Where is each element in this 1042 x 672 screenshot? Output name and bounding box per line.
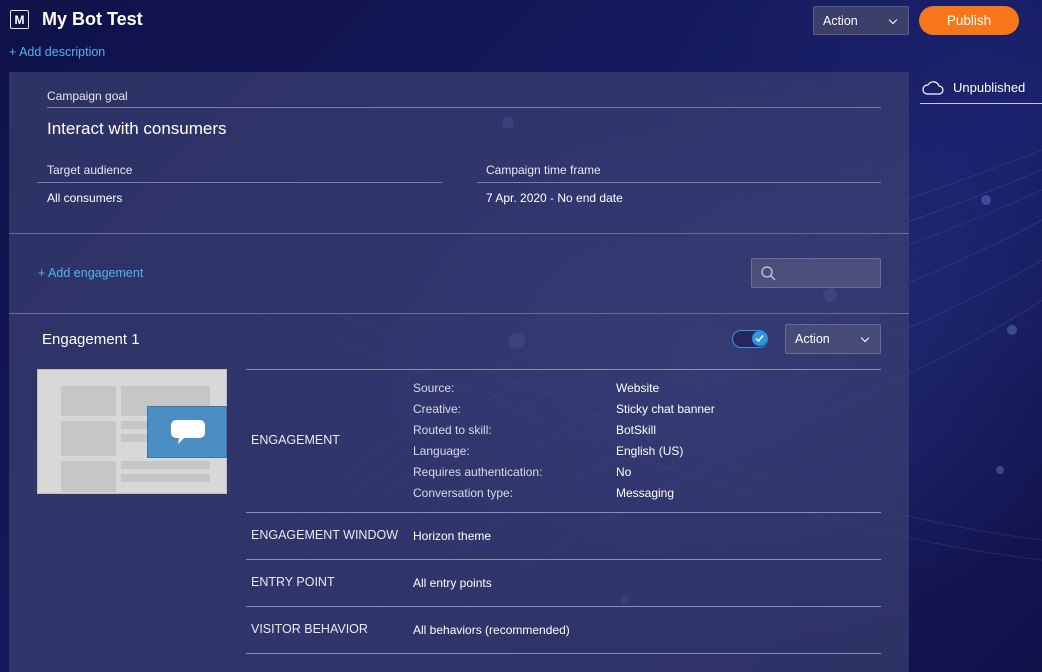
time-frame-value[interactable]: 7 Apr. 2020 - No end date xyxy=(486,191,623,205)
chevron-down-icon xyxy=(860,333,870,343)
header-action-label: Action xyxy=(823,13,858,28)
page-title: My Bot Test xyxy=(42,9,143,29)
engagement-action-label: Action xyxy=(795,332,830,346)
app-logo: M xyxy=(10,10,29,29)
divider xyxy=(246,559,881,560)
engagement-preview-thumbnail[interactable] xyxy=(37,369,227,494)
detail-key: Language: xyxy=(413,444,470,458)
engagement-section-label: ENGAGEMENT xyxy=(251,433,340,447)
divider xyxy=(477,182,881,183)
check-icon xyxy=(755,335,764,343)
detail-key: Source: xyxy=(413,381,455,395)
divider xyxy=(246,606,881,607)
search-icon xyxy=(761,266,776,281)
divider xyxy=(246,653,881,654)
divider xyxy=(37,182,442,183)
detail-key: Conversation type: xyxy=(413,486,514,500)
engagement-window-label: ENGAGEMENT WINDOW xyxy=(251,528,398,542)
detail-value: No xyxy=(616,465,632,479)
target-audience-value[interactable]: All consumers xyxy=(47,191,122,205)
section-divider xyxy=(9,233,909,234)
detail-key: Routed to skill: xyxy=(413,423,492,437)
engagement-title: Engagement 1 xyxy=(42,331,140,348)
add-engagement-link[interactable]: + Add engagement xyxy=(38,266,143,280)
detail-value: Sticky chat banner xyxy=(616,402,715,416)
detail-value: Website xyxy=(616,381,660,395)
detail-key: Requires authentication: xyxy=(413,465,543,479)
engagement-window-value[interactable]: Horizon theme xyxy=(413,529,491,543)
detail-key: Creative: xyxy=(413,402,462,416)
search-input[interactable] xyxy=(780,259,878,287)
campaign-goal-label: Campaign goal xyxy=(47,89,128,103)
engagement-enabled-toggle[interactable] xyxy=(732,330,768,348)
entry-point-label: ENTRY POINT xyxy=(251,575,335,589)
chat-bubble-icon xyxy=(171,420,205,444)
engagement-action-dropdown[interactable]: Action xyxy=(785,324,881,354)
detail-value: Messaging xyxy=(616,486,675,500)
campaign-goal-value[interactable]: Interact with consumers xyxy=(47,119,227,139)
chat-banner-preview xyxy=(147,406,227,458)
toggle-knob xyxy=(752,331,767,346)
status-label: Unpublished xyxy=(953,80,1026,95)
visitor-behavior-label: VISITOR BEHAVIOR xyxy=(251,622,368,636)
target-audience-label: Target audience xyxy=(47,163,133,177)
cloud-icon xyxy=(922,80,944,95)
campaign-panel: Campaign goal Interact with consumers Ta… xyxy=(9,72,909,672)
divider xyxy=(246,512,881,513)
visitor-behavior-value[interactable]: All behaviors (recommended) xyxy=(413,623,570,637)
add-description-link[interactable]: + Add description xyxy=(9,45,105,59)
header-action-dropdown[interactable]: Action xyxy=(813,6,909,35)
engagement-search[interactable] xyxy=(751,258,881,288)
divider xyxy=(47,107,881,108)
section-divider xyxy=(9,313,909,314)
time-frame-label: Campaign time frame xyxy=(486,163,601,177)
publish-button[interactable]: Publish xyxy=(919,6,1019,35)
chevron-down-icon xyxy=(888,15,898,25)
detail-value: English (US) xyxy=(616,444,684,458)
detail-value: BotSkill xyxy=(616,423,657,437)
entry-point-value[interactable]: All entry points xyxy=(413,576,492,590)
divider xyxy=(246,369,881,370)
publish-status: Unpublished xyxy=(920,72,1042,104)
